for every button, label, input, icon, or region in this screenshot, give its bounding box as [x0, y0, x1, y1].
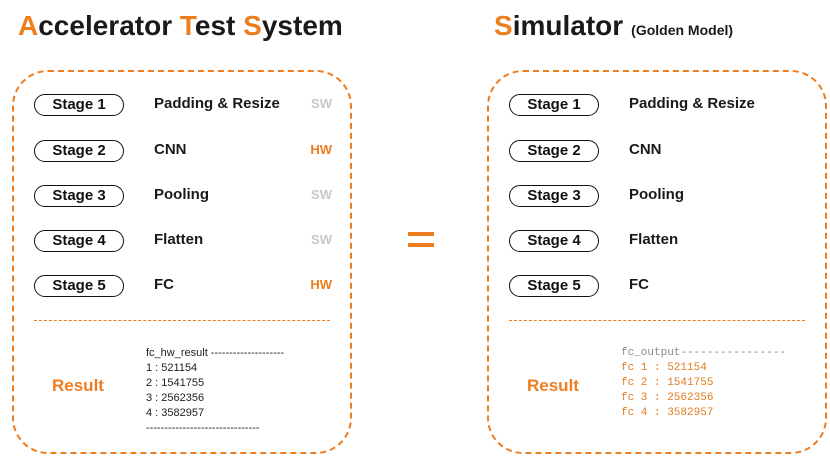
- title-letter: S: [243, 10, 262, 41]
- accelerator-test-system-title: Accelerator Test System: [18, 10, 343, 42]
- title-text: est: [194, 10, 244, 41]
- result-line: 3 : 2562356: [146, 392, 205, 404]
- stage-pill: Stage 1: [34, 94, 124, 116]
- equals-icon: [408, 232, 434, 248]
- title-letter: T: [179, 10, 195, 41]
- title-subtitle: (Golden Model): [631, 22, 734, 38]
- divider: [509, 320, 805, 321]
- stage-name: Pooling: [154, 186, 209, 203]
- title-letter: A: [18, 10, 39, 41]
- result-output: fc_output---------------- fc 1 : 521154 …: [621, 346, 786, 421]
- stage-row: Stage 4 Flatten SW: [34, 230, 334, 258]
- accelerator-panel: Stage 1 Padding & Resize SW Stage 2 CNN …: [12, 70, 352, 454]
- result-line: fc 1 : 521154: [621, 362, 707, 374]
- divider: [34, 320, 330, 321]
- stage-name: Padding & Resize: [154, 95, 280, 112]
- stage-tag: SW: [311, 96, 332, 111]
- stage-name: Padding & Resize: [629, 95, 755, 112]
- stage-row: Stage 2 CNN HW: [34, 140, 334, 168]
- result-line: 1 : 521154: [146, 362, 198, 374]
- stage-tag: SW: [311, 187, 332, 202]
- stage-pill: Stage 3: [34, 185, 124, 207]
- simulator-title: Simulator (Golden Model): [494, 10, 733, 42]
- stage-name: FC: [629, 276, 649, 293]
- title-text: ccelerator: [38, 10, 180, 41]
- stage-tag: HW: [310, 142, 332, 157]
- result-line: 4 : 3582957: [146, 407, 205, 419]
- stage-pill: Stage 2: [34, 140, 124, 162]
- stage-pill: Stage 1: [509, 94, 599, 116]
- result-line: fc_hw_result --------------------: [146, 347, 285, 359]
- stage-row: Stage 1 Padding & Resize: [509, 94, 809, 122]
- stage-row: Stage 5 FC: [509, 275, 809, 303]
- stage-row: Stage 3 Pooling: [509, 185, 809, 213]
- result-line: fc 3 : 2562356: [621, 392, 714, 404]
- stage-pill: Stage 5: [34, 275, 124, 297]
- stage-pill: Stage 5: [509, 275, 599, 297]
- title-letter: S: [494, 10, 513, 41]
- stage-name: Flatten: [154, 231, 204, 248]
- simulator-panel: Stage 1 Padding & Resize Stage 2 CNN Sta…: [487, 70, 827, 454]
- stage-pill: Stage 3: [509, 185, 599, 207]
- stage-row: Stage 5 FC HW: [34, 275, 334, 303]
- stage-name: CNN: [154, 141, 187, 158]
- stage-pill: Stage 4: [509, 230, 599, 252]
- stage-row: Stage 1 Padding & Resize SW: [34, 94, 334, 122]
- result-line: -------------------------------: [146, 422, 260, 434]
- stage-row: Stage 2 CNN: [509, 140, 809, 168]
- result-line: fc_output----------------: [621, 347, 787, 359]
- stage-row: Stage 3 Pooling SW: [34, 185, 334, 213]
- stage-name: Pooling: [629, 186, 684, 203]
- stage-name: FC: [154, 276, 174, 293]
- stage-pill: Stage 4: [34, 230, 124, 252]
- result-label: Result: [527, 376, 579, 395]
- result-label: Result: [52, 376, 104, 395]
- title-text: imulator: [512, 10, 624, 41]
- result-line: 2 : 1541755: [146, 377, 205, 389]
- title-text: ystem: [261, 10, 343, 41]
- stage-pill: Stage 2: [509, 140, 599, 162]
- result-output: fc_hw_result -------------------- 1 : 52…: [146, 346, 284, 436]
- stage-name: CNN: [629, 141, 662, 158]
- stage-tag: HW: [310, 277, 332, 292]
- stage-tag: SW: [311, 232, 332, 247]
- result-line: fc 2 : 1541755: [621, 377, 714, 389]
- stage-row: Stage 4 Flatten: [509, 230, 809, 258]
- result-line: fc 4 : 3582957: [621, 407, 714, 419]
- stage-name: Flatten: [629, 231, 679, 248]
